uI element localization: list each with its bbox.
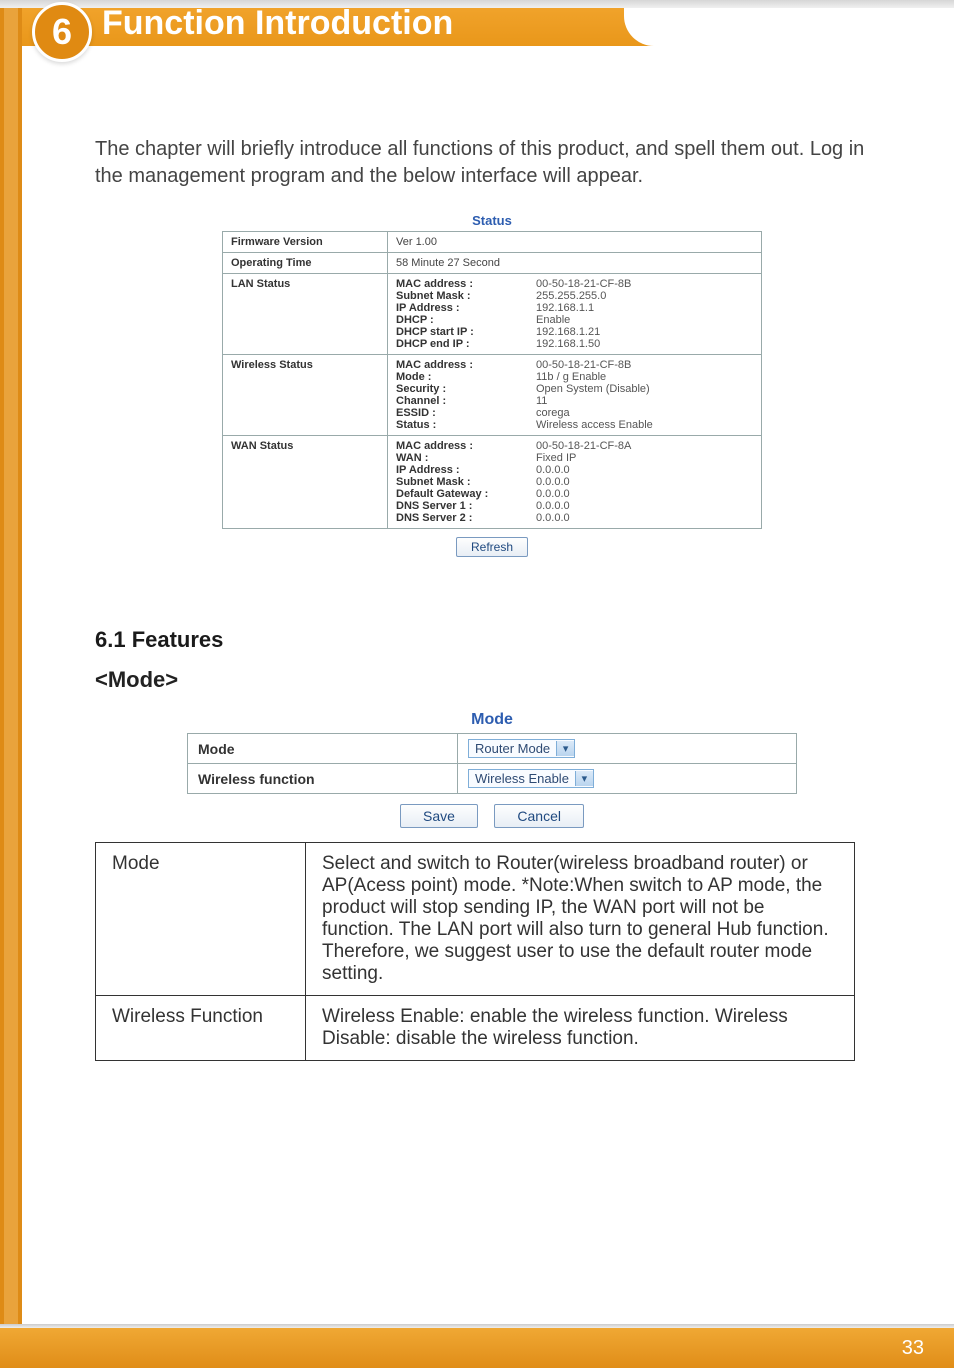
explain-mode-label: Mode: [96, 843, 306, 996]
explain-mode-desc: Select and switch to Router(wireless bro…: [306, 843, 855, 996]
firmware-version-value: Ver 1.00: [388, 232, 762, 253]
explain-wireless-label: Wireless Function: [96, 996, 306, 1061]
page-header: 6 Function Introduction WLBARGO Manual: [0, 0, 954, 46]
lan-status-label: LAN Status: [223, 274, 388, 355]
section-heading: 6.1 Features: [95, 627, 889, 653]
mode-screenshot: Mode Mode Router Mode ▾ Wireless functio…: [187, 711, 797, 828]
subsection-label: <Mode>: [95, 667, 889, 693]
chapter-number-badge: 6: [32, 2, 92, 62]
page-number: 33: [902, 1337, 924, 1360]
firmware-version-label: Firmware Version: [223, 232, 388, 253]
status-screenshot: Status Firmware Version Ver 1.00 Operati…: [222, 210, 762, 557]
operating-time-label: Operating Time: [223, 253, 388, 274]
cancel-button[interactable]: Cancel: [494, 804, 584, 828]
wireless-function-label: Wireless function: [188, 764, 458, 794]
mode-heading: Mode: [187, 711, 797, 733]
mode-row-label: Mode: [188, 734, 458, 764]
wan-status-label: WAN Status: [223, 436, 388, 529]
explain-wireless-desc: Wireless Enable: enable the wireless fun…: [306, 996, 855, 1061]
wireless-function-select[interactable]: Wireless Enable ▾: [468, 769, 594, 788]
mode-select[interactable]: Router Mode ▾: [468, 739, 575, 758]
refresh-button[interactable]: Refresh: [456, 537, 528, 557]
chevron-down-icon: ▾: [575, 771, 593, 786]
save-button[interactable]: Save: [400, 804, 478, 828]
status-table: Firmware Version Ver 1.00 Operating Time…: [222, 231, 762, 529]
wireless-status-label: Wireless Status: [223, 355, 388, 436]
intro-paragraph: The chapter will briefly introduce all f…: [95, 136, 889, 190]
chapter-number: 6: [52, 11, 72, 53]
status-heading: Status: [222, 210, 762, 231]
operating-time-value: 58 Minute 27 Second: [388, 253, 762, 274]
chevron-down-icon: ▾: [556, 741, 574, 756]
explanation-table: Mode Select and switch to Router(wireles…: [95, 842, 855, 1061]
